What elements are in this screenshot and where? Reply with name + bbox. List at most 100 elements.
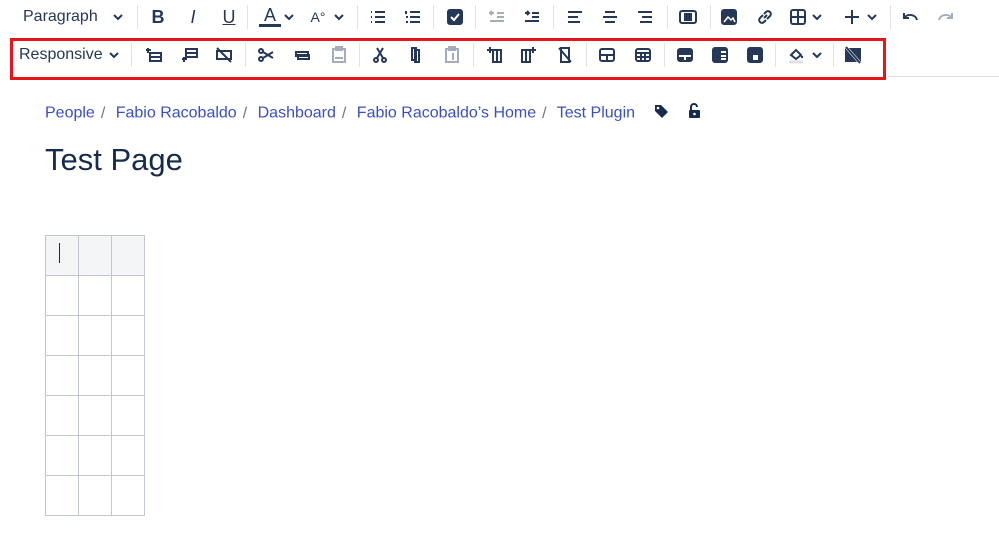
table-row	[45, 235, 145, 276]
divider	[433, 5, 434, 29]
table-cell[interactable]	[111, 275, 145, 316]
chevron-down-icon[interactable]	[867, 8, 879, 26]
indent-icon[interactable]	[521, 7, 543, 27]
paragraph-style-select[interactable]: Paragraph	[23, 8, 98, 26]
editor-toolbar: Paragraph B I U A A°	[0, 0, 999, 34]
cut-row-icon[interactable]	[255, 45, 277, 65]
image-icon[interactable]	[718, 7, 740, 27]
paste-column-icon[interactable]	[441, 45, 463, 65]
table-cell[interactable]	[111, 435, 145, 476]
chevron-down-icon[interactable]	[812, 8, 824, 26]
align-left-icon[interactable]	[564, 7, 586, 27]
copy-column-icon[interactable]	[405, 45, 427, 65]
table-cell[interactable]	[45, 395, 79, 436]
bullet-list-icon[interactable]	[367, 7, 389, 27]
header-row-icon[interactable]	[674, 45, 696, 65]
breadcrumb-home[interactable]: Fabio Racobaldo’s Home	[357, 105, 536, 122]
unlock-icon[interactable]	[686, 103, 702, 124]
layouts-icon[interactable]	[677, 7, 699, 27]
divider	[710, 5, 711, 29]
link-icon[interactable]	[754, 7, 776, 27]
breadcrumb-separator: /	[242, 104, 248, 122]
divider	[664, 43, 665, 67]
text-color-button[interactable]: A	[259, 5, 281, 27]
table-width-select[interactable]: Responsive	[19, 46, 103, 64]
table-row	[45, 435, 145, 476]
divider	[475, 5, 476, 29]
cell-background-color-icon[interactable]	[785, 45, 807, 65]
bold-button[interactable]: B	[147, 7, 169, 27]
breadcrumb-user[interactable]: Fabio Racobaldo	[116, 105, 237, 122]
divider	[137, 5, 138, 29]
chevron-down-icon[interactable]	[812, 46, 824, 64]
breadcrumb-separator: /	[100, 104, 106, 122]
table-cell[interactable]	[78, 395, 112, 436]
insert-row-after-icon[interactable]	[179, 45, 201, 65]
breadcrumb-separator: /	[341, 104, 347, 122]
breadcrumb-people[interactable]: People	[45, 105, 95, 122]
delete-row-icon[interactable]	[213, 45, 235, 65]
insert-plus-icon[interactable]	[841, 7, 863, 27]
numbered-list-icon[interactable]	[402, 7, 424, 27]
underline-button[interactable]: U	[218, 7, 240, 27]
undo-icon[interactable]	[899, 7, 921, 27]
table-cell[interactable]	[45, 355, 79, 396]
outdent-icon[interactable]	[486, 7, 508, 27]
table-cell[interactable]	[78, 275, 112, 316]
delete-column-icon[interactable]	[554, 45, 576, 65]
editor-table[interactable]	[45, 235, 145, 516]
breadcrumb-test-plugin[interactable]: Test Plugin	[557, 105, 635, 122]
divider	[833, 43, 834, 67]
header-column-icon[interactable]	[709, 45, 731, 65]
text-cursor	[59, 243, 60, 263]
table-cell[interactable]	[45, 475, 79, 516]
table-cell[interactable]	[78, 355, 112, 396]
table-cell[interactable]	[45, 315, 79, 356]
page-title[interactable]: Test Page	[45, 142, 183, 178]
breadcrumb: People / Fabio Racobaldo / Dashboard / Fabi…	[45, 103, 702, 124]
insert-row-before-icon[interactable]	[143, 45, 165, 65]
table-header-cell[interactable]	[111, 235, 145, 276]
table-cell[interactable]	[111, 315, 145, 356]
paste-row-icon[interactable]	[328, 45, 350, 65]
task-checkbox-icon[interactable]	[444, 7, 466, 27]
more-formatting-icon[interactable]: A°	[307, 7, 329, 27]
merge-cells-icon[interactable]	[596, 45, 618, 65]
breadcrumb-separator: /	[542, 104, 547, 122]
divider	[888, 76, 999, 77]
chevron-down-icon[interactable]	[113, 8, 125, 26]
footer-row-icon[interactable]	[744, 45, 766, 65]
chevron-down-icon[interactable]	[284, 8, 296, 26]
table-row	[45, 315, 145, 356]
table-icon[interactable]	[787, 7, 809, 27]
redo-icon[interactable]	[935, 7, 957, 27]
table-cell[interactable]	[78, 435, 112, 476]
align-right-icon[interactable]	[634, 7, 656, 27]
table-cell[interactable]	[78, 315, 112, 356]
table-cell[interactable]	[45, 275, 79, 316]
chevron-down-icon[interactable]	[109, 46, 121, 64]
chevron-down-icon[interactable]	[334, 8, 346, 26]
divider	[586, 43, 587, 67]
table-header-cell[interactable]	[45, 235, 79, 276]
insert-column-after-icon[interactable]	[517, 45, 539, 65]
divider	[553, 5, 554, 29]
table-cell[interactable]	[111, 355, 145, 396]
align-center-icon[interactable]	[599, 7, 621, 27]
table-header-cell[interactable]	[78, 235, 112, 276]
table-cell[interactable]	[111, 395, 145, 436]
copy-row-icon[interactable]	[291, 45, 313, 65]
table-cell[interactable]	[45, 435, 79, 476]
table-cell[interactable]	[111, 475, 145, 516]
label-icon[interactable]	[653, 103, 669, 124]
split-cell-icon[interactable]	[632, 45, 654, 65]
table-row	[45, 275, 145, 316]
delete-table-icon[interactable]	[842, 45, 864, 65]
breadcrumb-dashboard[interactable]: Dashboard	[258, 105, 336, 122]
divider	[359, 43, 360, 67]
divider	[473, 43, 474, 67]
insert-column-before-icon[interactable]	[484, 45, 506, 65]
cut-column-icon[interactable]	[369, 45, 391, 65]
italic-button[interactable]: I	[182, 7, 204, 27]
table-cell[interactable]	[78, 475, 112, 516]
